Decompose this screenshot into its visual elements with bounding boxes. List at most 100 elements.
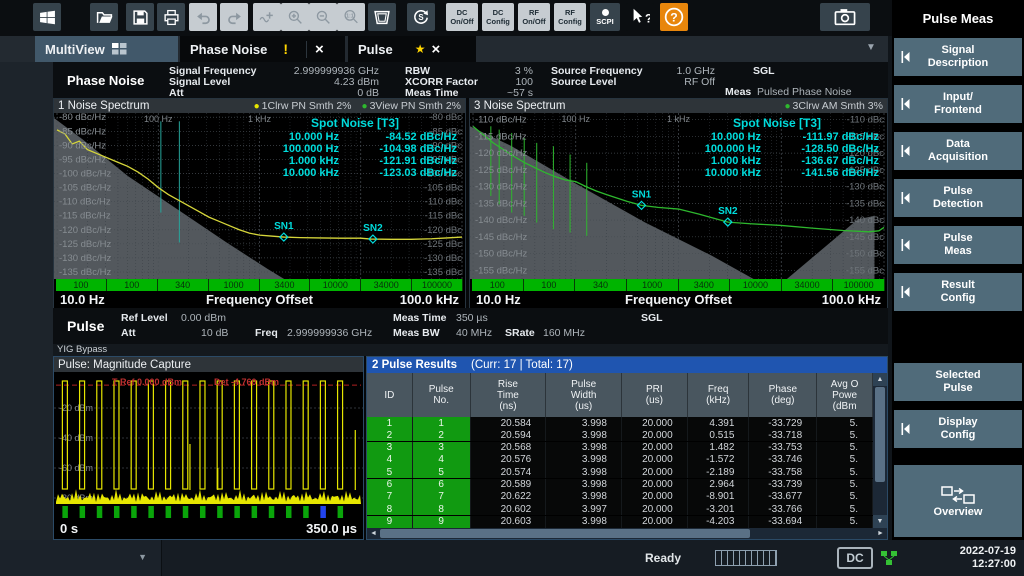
softkey-signal-description[interactable]: SignalDescription xyxy=(894,38,1022,76)
svg-text:-135 dBc: -135 dBc xyxy=(424,267,462,278)
softkey-result-config[interactable]: ResultConfig xyxy=(894,273,1022,311)
meas-bw-value: 40 MHz xyxy=(456,327,492,339)
column-header[interactable]: PulseNo. xyxy=(413,373,471,417)
x-stop-label: 100.0 kHz xyxy=(400,292,459,307)
dc-status-button[interactable]: DC xyxy=(837,547,873,569)
tab-multiview[interactable]: MultiView xyxy=(35,36,178,62)
noise-spectrum-1-titlebar[interactable]: 1 Noise Spectrum ●1Clrw PN Smth 2%●3View… xyxy=(54,99,465,113)
vscroll-thumb[interactable] xyxy=(875,387,885,482)
results-vscrollbar[interactable]: ▲ ▼ xyxy=(873,373,887,528)
redo-button[interactable] xyxy=(220,3,248,31)
open-file-button[interactable] xyxy=(90,3,118,31)
dc-config-button[interactable]: DC Config xyxy=(482,3,514,31)
value-cell: 3.997 xyxy=(546,503,622,515)
zoom-reset-button[interactable]: 1:1 xyxy=(337,3,365,31)
yig-bypass-label: YIG Bypass xyxy=(57,344,107,355)
column-header[interactable]: ID xyxy=(367,373,413,417)
open-folder-icon xyxy=(96,9,113,26)
redo-arrow-icon xyxy=(226,9,243,26)
scroll-left-icon[interactable]: ◄ xyxy=(367,530,380,537)
results-hscrollbar[interactable]: ◄ ► xyxy=(367,528,887,539)
scpi-button[interactable]: SCPI xyxy=(590,3,620,31)
tab-phase-noise[interactable]: Phase Noise ! × xyxy=(180,36,345,62)
softkey-overview[interactable]: Overview xyxy=(894,465,1022,537)
table-row[interactable]: 3320.5683.99820.0001.482-33.7535. xyxy=(367,442,873,454)
value-cell: 5. xyxy=(817,442,873,454)
value-cell: 20.000 xyxy=(622,503,688,515)
column-header[interactable]: Freq(kHz) xyxy=(688,373,750,417)
undo-button[interactable] xyxy=(189,3,217,31)
sidebar-menu-title: Pulse Meas xyxy=(892,0,1024,36)
capture-titlebar[interactable]: Pulse: Magnitude Capture xyxy=(54,357,363,372)
rf-config-button[interactable]: RF Config xyxy=(554,3,586,31)
table-row[interactable]: 4420.5763.99820.000-1.572-33.7465. xyxy=(367,454,873,466)
display-frame-button[interactable] xyxy=(368,3,396,31)
table-row[interactable]: 9920.6033.99820.000-4.203-33.6945. xyxy=(367,516,873,528)
segment-label: 3400 xyxy=(679,279,731,291)
save-button[interactable] xyxy=(126,3,154,31)
table-row[interactable]: 6620.5893.99820.0002.964-33.7395. xyxy=(367,479,873,491)
svg-text:SN1: SN1 xyxy=(632,189,652,200)
column-header[interactable]: PulseWidth(us) xyxy=(546,373,622,417)
table-row[interactable]: 8820.6023.99720.000-3.201-33.7665. xyxy=(367,503,873,515)
value-cell: -1.572 xyxy=(688,454,750,466)
softkey-pulse-detection[interactable]: PulseDetection xyxy=(894,179,1022,217)
value-cell: -33.753 xyxy=(749,442,817,454)
value-cell: -33.758 xyxy=(749,466,817,478)
svg-text:-95 dBc/Hz: -95 dBc/Hz xyxy=(59,154,106,165)
softkey-pulse-meas[interactable]: PulseMeas xyxy=(894,226,1022,264)
help-button[interactable]: ? xyxy=(660,3,688,31)
status-dropdown-section[interactable]: ▼ xyxy=(0,540,162,576)
softkey-display-config[interactable]: DisplayConfig xyxy=(894,410,1022,448)
segment-label: 3400 xyxy=(260,279,311,291)
value-cell: -3.201 xyxy=(688,503,750,515)
svg-text:100 Hz: 100 Hz xyxy=(561,114,590,124)
tab-phase-noise-close-icon[interactable]: × xyxy=(306,41,332,58)
zoom-out-button[interactable] xyxy=(309,3,337,31)
print-button[interactable] xyxy=(157,3,185,31)
rf-onoff-button[interactable]: RF On/Off xyxy=(518,3,550,31)
scroll-right-icon[interactable]: ► xyxy=(874,530,887,537)
ref-level-value: 0.00 dBm xyxy=(181,312,226,324)
scroll-up-icon[interactable]: ▲ xyxy=(873,373,887,386)
table-row[interactable]: 5520.5743.99820.000-2.189-33.7585. xyxy=(367,466,873,478)
svg-text:-130 dBc/Hz: -130 dBc/Hz xyxy=(475,182,528,193)
zoom-selection-button[interactable] xyxy=(253,3,281,31)
column-header[interactable]: RiseTime(ns) xyxy=(471,373,547,417)
tab-pulse-close-icon[interactable]: × xyxy=(425,41,446,58)
table-row[interactable]: 7720.6223.99820.000-8.901-33.6775. xyxy=(367,491,873,503)
noise-spectrum-3-titlebar[interactable]: 3 Noise Spectrum ●3Clrw AM Smth 3% xyxy=(470,99,887,113)
value-cell: 3.998 xyxy=(546,479,622,491)
pulse-marker xyxy=(148,506,154,518)
hscroll-thumb[interactable] xyxy=(380,529,750,538)
column-header[interactable]: Phase(deg) xyxy=(749,373,817,417)
results-titlebar[interactable]: 2 Pulse Results (Curr: 17 | Total: 17) xyxy=(367,357,887,373)
toolbar: 1:1 S DC On/Off DC Config RF On/Off RF C… xyxy=(0,0,892,36)
softkey-label: Frontend xyxy=(934,104,982,117)
table-row[interactable]: 1120.5843.99820.0004.391-33.7295. xyxy=(367,417,873,429)
zoom-in-button[interactable] xyxy=(281,3,309,31)
results-counter: (Curr: 17 | Total: 17) xyxy=(471,359,573,371)
softkey-input-frontend[interactable]: Input/Frontend xyxy=(894,85,1022,123)
status-dropdown-icon[interactable]: ▼ xyxy=(138,552,147,562)
softkey-data-acquisition[interactable]: DataAcquisition xyxy=(894,132,1022,170)
header-label: Source Level xyxy=(551,76,616,88)
id-cell: 1 xyxy=(413,417,471,429)
tab-pulse[interactable]: Pulse ★ × xyxy=(348,36,476,62)
table-row[interactable]: 2220.5943.99820.0000.515-33.7185. xyxy=(367,429,873,441)
dc-onoff-button[interactable]: DC On/Off xyxy=(446,3,478,31)
screenshot-button[interactable] xyxy=(820,3,870,31)
phase-noise-channel-header[interactable]: Phase Noise SGL Meas Pulsed Phase Noise … xyxy=(53,62,888,98)
context-help-button[interactable]: ? xyxy=(626,3,654,31)
spot-noise-row: 100.000 Hz-128.50 dBc/Hz xyxy=(675,143,879,155)
sweep-sync-button[interactable]: S xyxy=(407,3,435,31)
softkey-selected-pulse[interactable]: SelectedPulse xyxy=(894,363,1022,401)
scroll-down-icon[interactable]: ▼ xyxy=(873,515,887,528)
windows-logo-button[interactable] xyxy=(33,3,61,31)
column-header[interactable]: PRI(us) xyxy=(622,373,688,417)
tab-overflow-dropdown-icon[interactable]: ▼ xyxy=(866,42,876,53)
column-header[interactable]: Avg OPowe(dBm xyxy=(817,373,873,417)
submenu-arrow-icon xyxy=(901,144,910,158)
pulse-channel-header[interactable]: Pulse Ref Level 0.00 dBm Att 10 dB Freq … xyxy=(53,308,888,344)
meas-time-label: Meas Time xyxy=(393,312,447,324)
